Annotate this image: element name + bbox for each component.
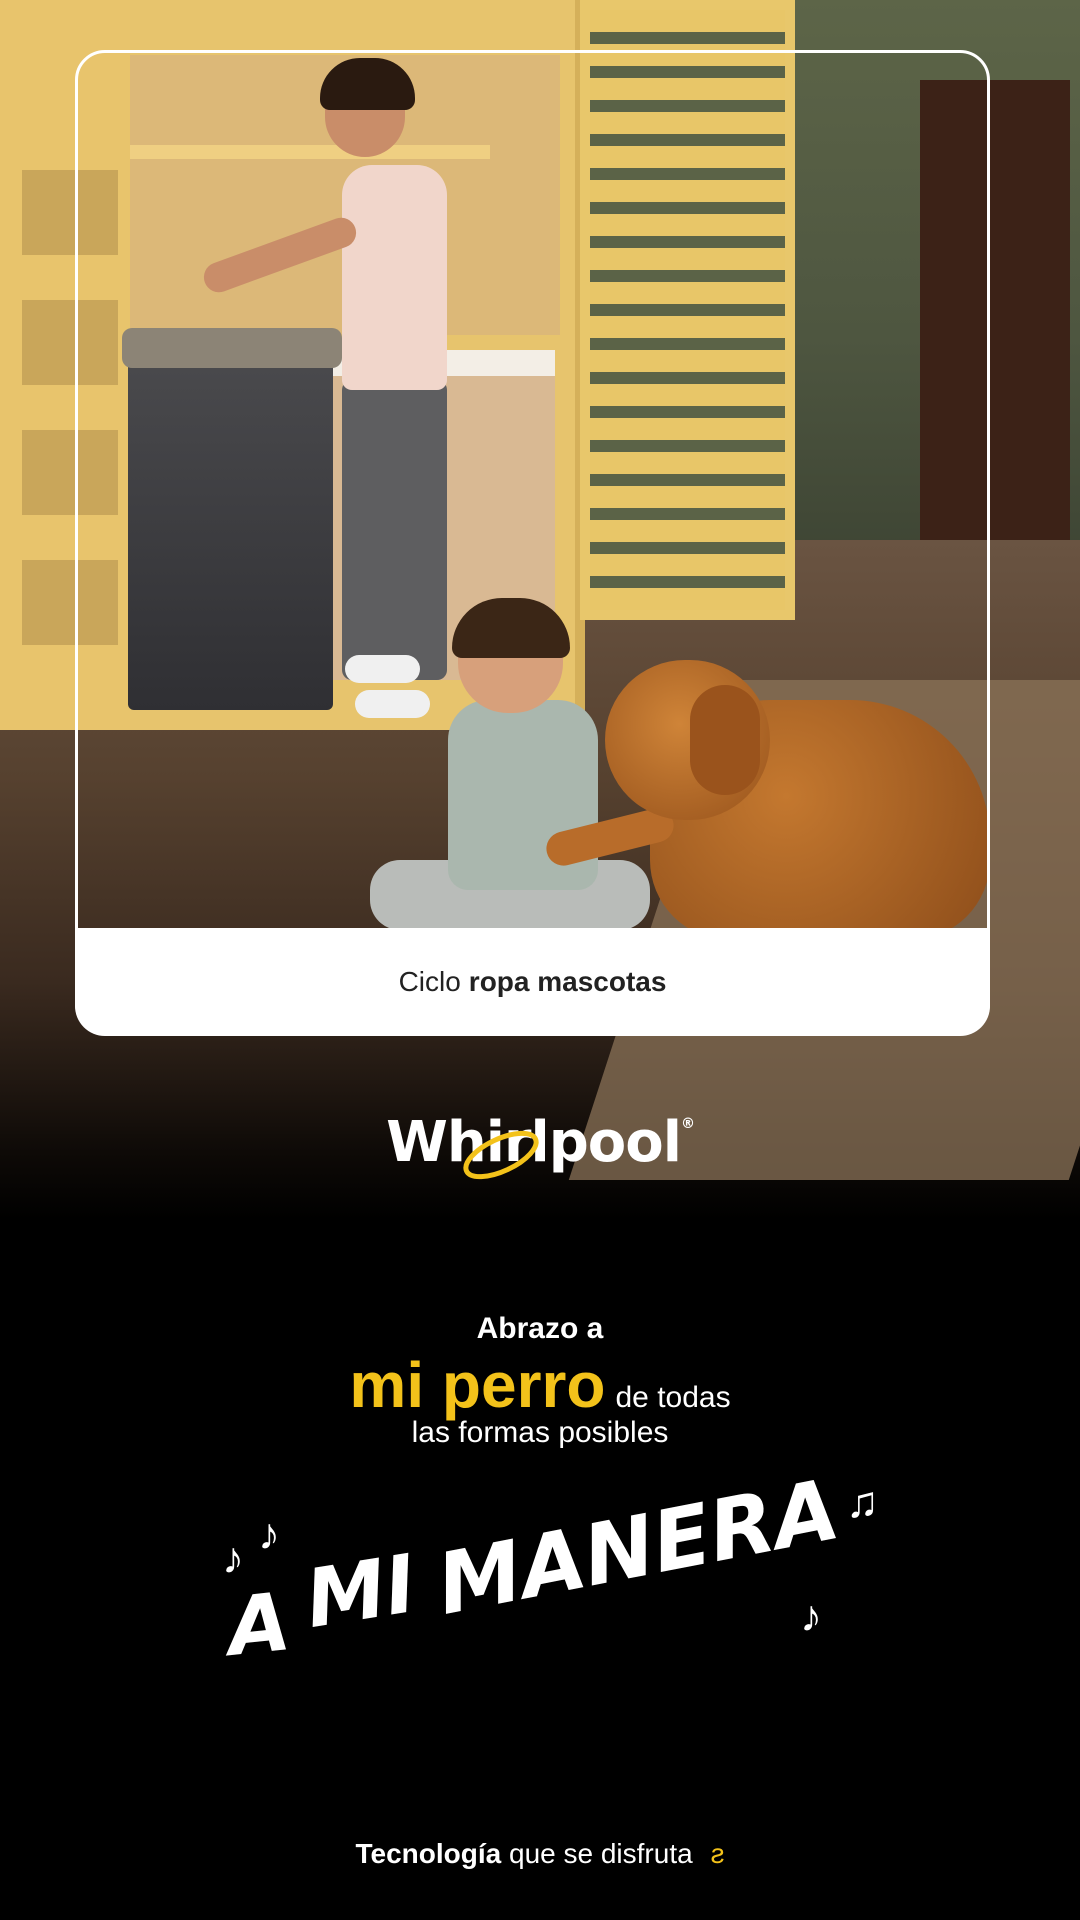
footer-rest: que se disfruta: [509, 1838, 693, 1869]
footer-bold: Tecnología: [355, 1838, 502, 1869]
slogan-word-mi: MI: [299, 1537, 422, 1646]
music-note-icon: ♪: [800, 1592, 822, 1641]
caption-bold: ropa mascotas: [468, 966, 667, 997]
caption-prefix: Ciclo: [398, 966, 461, 997]
headline: Abrazo a mi perro de todas las formas pos…: [0, 1312, 1080, 1450]
music-note-icon: ♫: [846, 1478, 879, 1527]
logo-reg: ®: [680, 1116, 695, 1132]
slogan-word-a: A: [223, 1575, 295, 1674]
swirl-icon: ƨ: [710, 1838, 725, 1869]
headline-line1: Abrazo a: [476, 1312, 604, 1345]
music-note-icon: ♪: [222, 1534, 244, 1583]
photo-frame: [75, 50, 990, 1034]
logo-swoosh-icon: [463, 1130, 539, 1180]
brand-logo: Whirlpool®: [0, 1110, 1080, 1180]
caption-card: Ciclo ropa mascotas: [75, 928, 990, 1036]
footer-tagline: Tecnología que se disfruta ƨ: [0, 1838, 1080, 1870]
headline-highlight: mi perro: [349, 1349, 606, 1421]
headline-line2-rest: de todas: [615, 1381, 731, 1414]
music-note-icon: ♪: [258, 1510, 280, 1559]
slogan-word-manera: MANERA: [429, 1460, 847, 1634]
slogan: ♪ ♪ ♫ ♪ A MI MANERA: [0, 1450, 1080, 1710]
headline-line3: las formas posibles: [411, 1416, 669, 1449]
ad-screen: Ciclo ropa mascotas Whirlpool® Abrazo a …: [0, 0, 1080, 1920]
